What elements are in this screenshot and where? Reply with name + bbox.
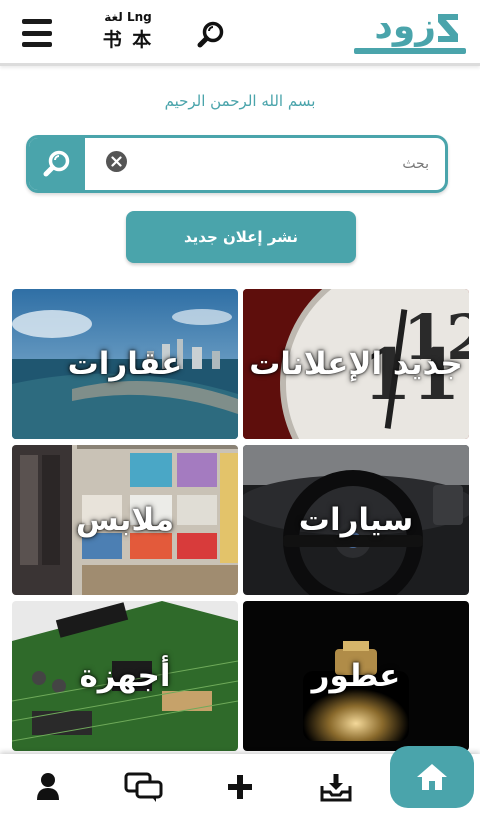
person-icon[interactable] [20, 754, 76, 820]
bismillah-text: بسم الله الرحمن الرحيم [164, 92, 316, 110]
category-label: سيارات [298, 502, 414, 538]
home-icon[interactable] [390, 746, 474, 808]
language-switcher[interactable]: لغة Lng 书 本 [92, 8, 164, 62]
bottom-navigation [0, 746, 480, 820]
clear-x-icon[interactable] [106, 151, 127, 172]
app-screen: لغة Lng 书 本 زود بسم الله الرحمن الرحيم ب… [0, 0, 480, 820]
download-tray-icon[interactable] [308, 754, 364, 820]
logo-underline [354, 48, 466, 54]
chat-bubbles-icon[interactable] [116, 754, 172, 820]
post-new-ad-button[interactable]: نشر إعلان جديد [126, 211, 356, 263]
menu-icon[interactable] [22, 19, 52, 47]
magnifier-icon [43, 150, 70, 177]
category-label: عطور [311, 658, 401, 694]
category-tile-clothes[interactable]: ملابس [12, 445, 238, 595]
category-label: ملابس [75, 502, 175, 538]
category-label: أجهزة [79, 658, 171, 694]
search-input[interactable] [89, 138, 445, 190]
category-tile-real-estate[interactable]: عقارات [12, 289, 238, 439]
plus-icon[interactable] [212, 754, 268, 820]
search-icon[interactable] [196, 20, 226, 50]
search-button[interactable] [29, 138, 85, 190]
category-label: جديد الإعلانات [249, 346, 463, 382]
language-label: لغة Lng [104, 10, 152, 24]
category-tile-cars[interactable]: سيارات [243, 445, 469, 595]
app-logo: زود [354, 4, 466, 60]
category-tile-perfumes[interactable]: عطور [243, 601, 469, 751]
search-bar [26, 135, 448, 193]
logo-text: زود [374, 6, 436, 47]
category-tile-new-ads[interactable]: 11 12 جديد الإعلانات [243, 289, 469, 439]
category-label: عقارات [67, 346, 183, 382]
category-tile-devices[interactable]: أجهزة [12, 601, 238, 751]
top-header: لغة Lng 书 本 زود [0, 0, 480, 66]
language-chinese-label: 书 本 [102, 29, 154, 51]
